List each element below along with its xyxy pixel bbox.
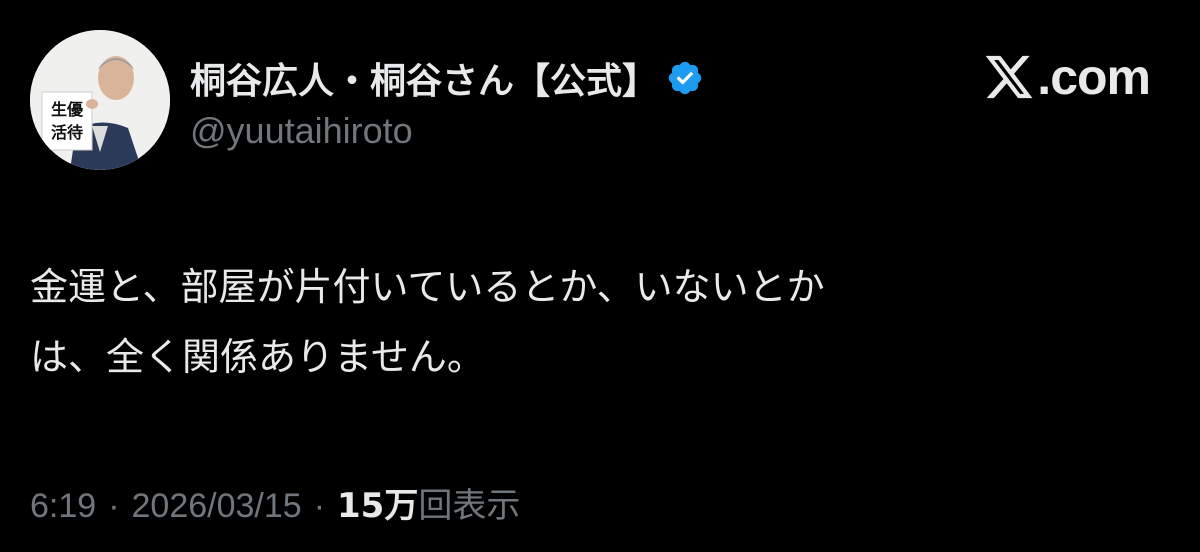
views-count[interactable]: 15万 — [337, 478, 418, 527]
verified-badge-icon — [668, 61, 702, 95]
x-com-brand: .com — [983, 48, 1151, 106]
views-label: 回表示 — [418, 486, 521, 526]
author-display-name[interactable]: 桐谷広人・桐谷さん【公式】 — [190, 52, 658, 104]
svg-text:生優: 生優 — [51, 100, 84, 119]
tweet-meta: 6:19 · 2026/03/15 · 15万 回表示 — [30, 478, 520, 527]
tweet-text-line-2: は、全く関係ありません。 — [30, 335, 485, 379]
tweet-card: 生優 活待 桐谷広人・桐谷さん【公式】 @yuutaihiroto .com 金… — [0, 0, 1200, 552]
tweet-body: 金運と、部屋が片付いているとか、いないとか は、全く関係ありません。 — [30, 252, 1130, 392]
meta-separator: · — [313, 487, 326, 525]
meta-separator: · — [108, 487, 120, 525]
tweet-date[interactable]: 2026/03/15 — [132, 487, 302, 526]
x-logo-icon — [986, 55, 1033, 99]
author-name-row: 桐谷広人・桐谷さん【公式】 — [190, 50, 704, 106]
tweet-text-line-1: 金運と、部屋が片付いているとか、いないとか — [30, 265, 825, 309]
tweet-time[interactable]: 6:19 — [30, 487, 96, 526]
svg-text:活待: 活待 — [51, 123, 83, 142]
author-handle[interactable]: @yuutaihiroto — [190, 110, 413, 152]
brand-domain-text: .com — [1037, 49, 1151, 105]
avatar[interactable]: 生優 活待 — [30, 30, 170, 170]
